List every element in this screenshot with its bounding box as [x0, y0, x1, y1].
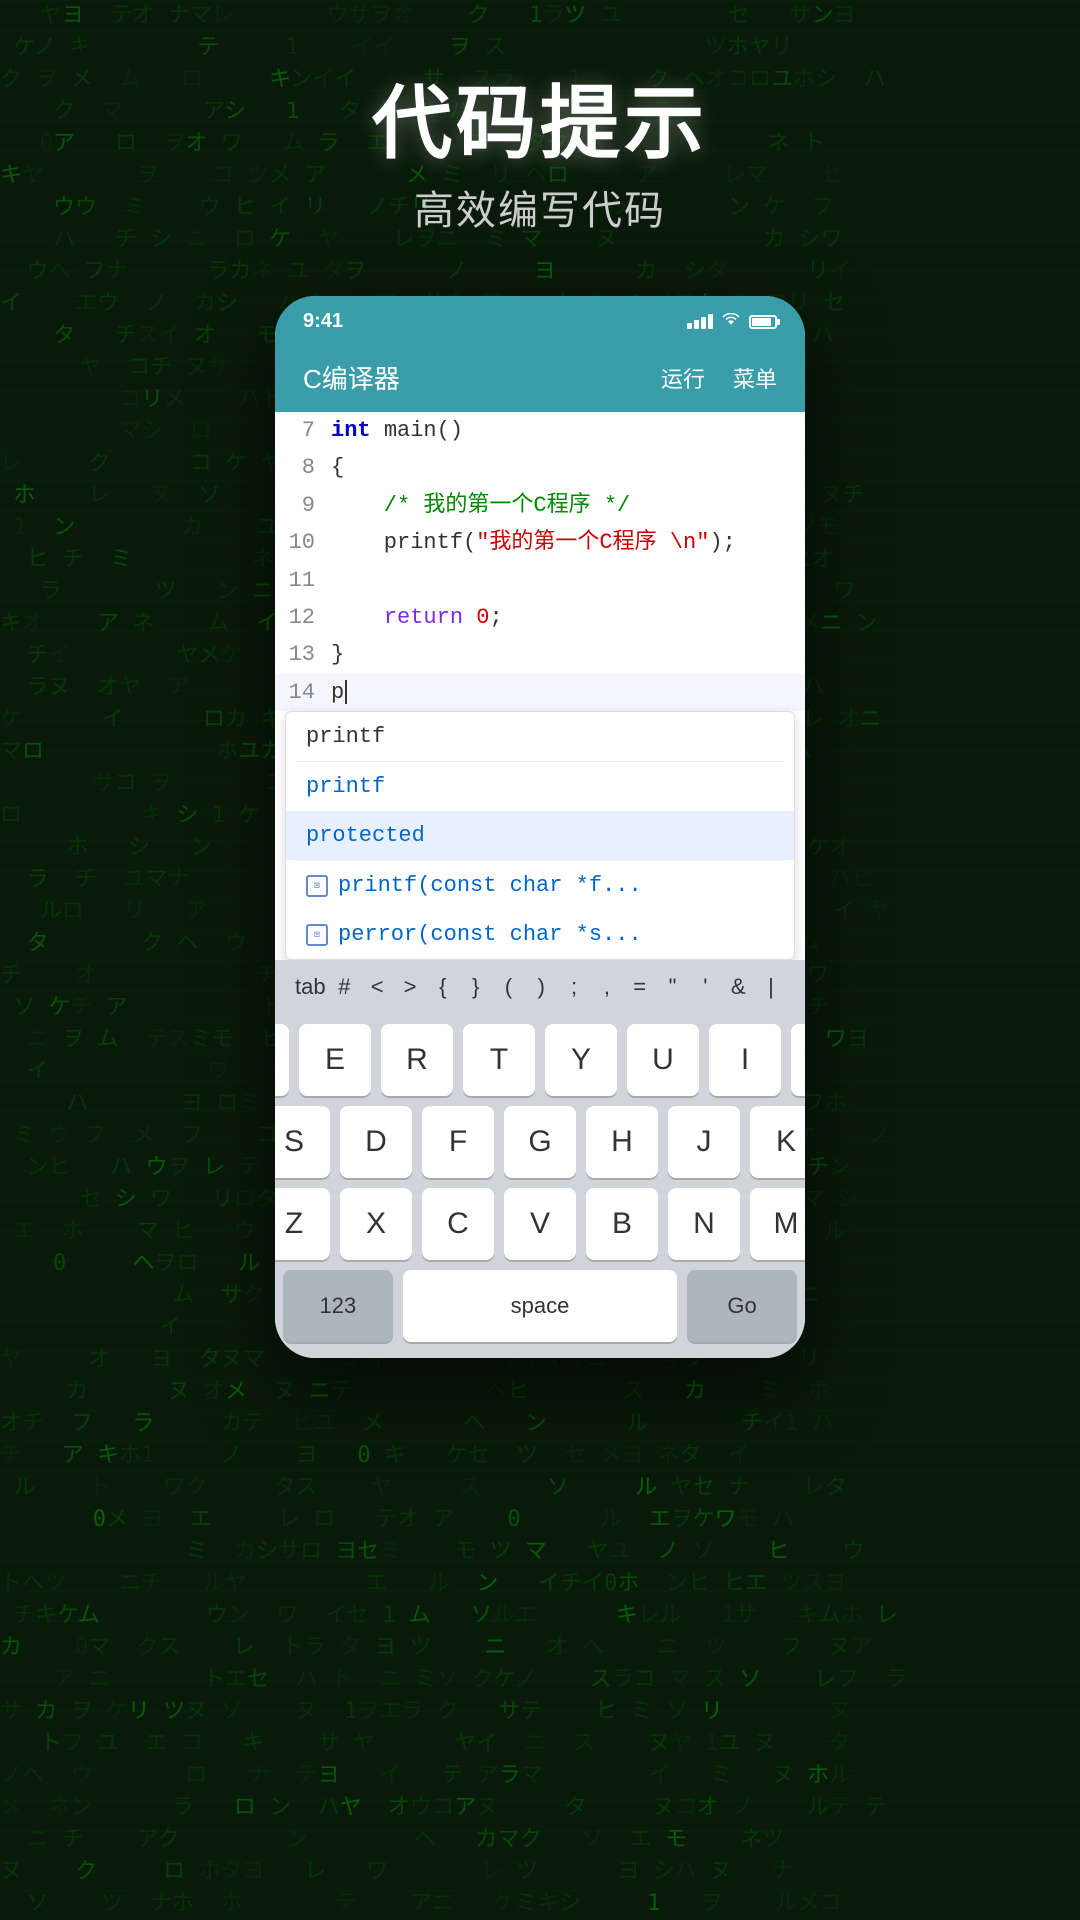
- app-title: C编译器: [303, 359, 400, 396]
- key-b[interactable]: B: [586, 1188, 658, 1260]
- key-row-1: Q W E R T Y U I O P: [283, 1024, 797, 1096]
- key-x[interactable]: X: [340, 1188, 412, 1260]
- key-j[interactable]: J: [668, 1106, 740, 1178]
- key-t[interactable]: T: [463, 1024, 535, 1096]
- code-line-8: 8 {: [275, 449, 805, 486]
- key-semicolon[interactable]: ;: [560, 974, 588, 1000]
- key-o[interactable]: O: [791, 1024, 805, 1096]
- key-squote[interactable]: ': [691, 974, 719, 1000]
- code-line-7: 7 int main(): [275, 412, 805, 449]
- autocomplete-item-printf-1[interactable]: printf: [286, 712, 794, 761]
- key-k[interactable]: K: [750, 1106, 805, 1178]
- status-time: 9:41: [303, 310, 343, 333]
- code-editor[interactable]: 7 int main() 8 { 9 /* 我的第一个C程序 */: [275, 412, 805, 960]
- run-button[interactable]: 运行: [661, 362, 705, 394]
- key-tab[interactable]: tab: [295, 974, 326, 1000]
- key-row-4: 123 space Go: [283, 1270, 797, 1342]
- header-section: 代码提示 高效编写代码: [372, 80, 708, 236]
- autocomplete-item-printf-2[interactable]: printf: [286, 762, 794, 811]
- key-lbrace[interactable]: {: [429, 974, 457, 1000]
- autocomplete-item-printf-func[interactable]: ⊡ printf(const char *f...: [286, 861, 794, 910]
- key-123[interactable]: 123: [283, 1270, 393, 1342]
- page-content: 代码提示 高效编写代码 9:41: [0, 0, 1080, 1920]
- app-bar: C编译器 运行 菜单: [275, 343, 805, 412]
- key-comma[interactable]: ,: [593, 974, 621, 1000]
- autocomplete-item-perror-func[interactable]: ⊡ perror(const char *s...: [286, 910, 794, 959]
- key-i[interactable]: I: [709, 1024, 781, 1096]
- key-lt[interactable]: <: [363, 974, 391, 1000]
- key-m[interactable]: M: [750, 1188, 805, 1260]
- key-gt[interactable]: >: [396, 974, 424, 1000]
- func-icon-perror: ⊡: [306, 924, 328, 946]
- key-f[interactable]: F: [422, 1106, 494, 1178]
- key-h[interactable]: H: [586, 1106, 658, 1178]
- key-r[interactable]: R: [381, 1024, 453, 1096]
- key-rbrace[interactable]: }: [462, 974, 490, 1000]
- key-lparen[interactable]: (: [494, 974, 522, 1000]
- battery-icon: [749, 315, 777, 329]
- key-e[interactable]: E: [299, 1024, 371, 1096]
- keyboard: Q W E R T Y U I O P A S D F G H J K: [275, 1014, 805, 1358]
- key-rparen[interactable]: ): [527, 974, 555, 1000]
- signal-icon: [687, 314, 713, 329]
- key-y[interactable]: Y: [545, 1024, 617, 1096]
- key-n[interactable]: N: [668, 1188, 740, 1260]
- autocomplete-item-protected[interactable]: protected: [286, 811, 794, 860]
- func-icon-printf: ⊡: [306, 875, 328, 897]
- key-d[interactable]: D: [340, 1106, 412, 1178]
- key-v[interactable]: V: [504, 1188, 576, 1260]
- key-c[interactable]: C: [422, 1188, 494, 1260]
- key-go[interactable]: Go: [687, 1270, 797, 1342]
- key-pipe[interactable]: |: [757, 974, 785, 1000]
- code-line-9: 9 /* 我的第一个C程序 */: [275, 487, 805, 524]
- phone-frame: 9:41: [275, 296, 805, 1358]
- status-icons: [687, 311, 777, 332]
- key-amp[interactable]: &: [724, 974, 752, 1000]
- autocomplete-dropdown[interactable]: printf printf protected ⊡ printf(const c…: [285, 711, 795, 960]
- key-row-2: A S D F G H J K L: [283, 1106, 797, 1178]
- header-subtitle: 高效编写代码: [372, 178, 708, 236]
- symbol-bar: tab # < > { } ( ) ; , = " ' & |: [275, 960, 805, 1014]
- cursor: [345, 680, 347, 704]
- key-row-3: ⬆ Z X C V B N M ⌫: [283, 1188, 797, 1260]
- code-line-10: 10 printf("我的第一个C程序 \n");: [275, 524, 805, 561]
- code-line-12: 12 return 0;: [275, 599, 805, 636]
- key-g[interactable]: G: [504, 1106, 576, 1178]
- status-bar: 9:41: [275, 296, 805, 343]
- header-title: 代码提示: [372, 80, 708, 168]
- key-hash[interactable]: #: [330, 974, 358, 1000]
- key-equals[interactable]: =: [626, 974, 654, 1000]
- menu-button[interactable]: 菜单: [733, 362, 777, 394]
- key-u[interactable]: U: [627, 1024, 699, 1096]
- code-line-13: 13 }: [275, 636, 805, 673]
- code-line-14: 14 p: [275, 674, 805, 711]
- key-z[interactable]: Z: [275, 1188, 330, 1260]
- key-s[interactable]: S: [275, 1106, 330, 1178]
- key-w[interactable]: W: [275, 1024, 289, 1096]
- key-dquote[interactable]: ": [659, 974, 687, 1000]
- wifi-icon: [721, 311, 741, 332]
- key-space[interactable]: space: [403, 1270, 677, 1342]
- app-bar-actions: 运行 菜单: [661, 362, 777, 394]
- code-line-11: 11: [275, 562, 805, 599]
